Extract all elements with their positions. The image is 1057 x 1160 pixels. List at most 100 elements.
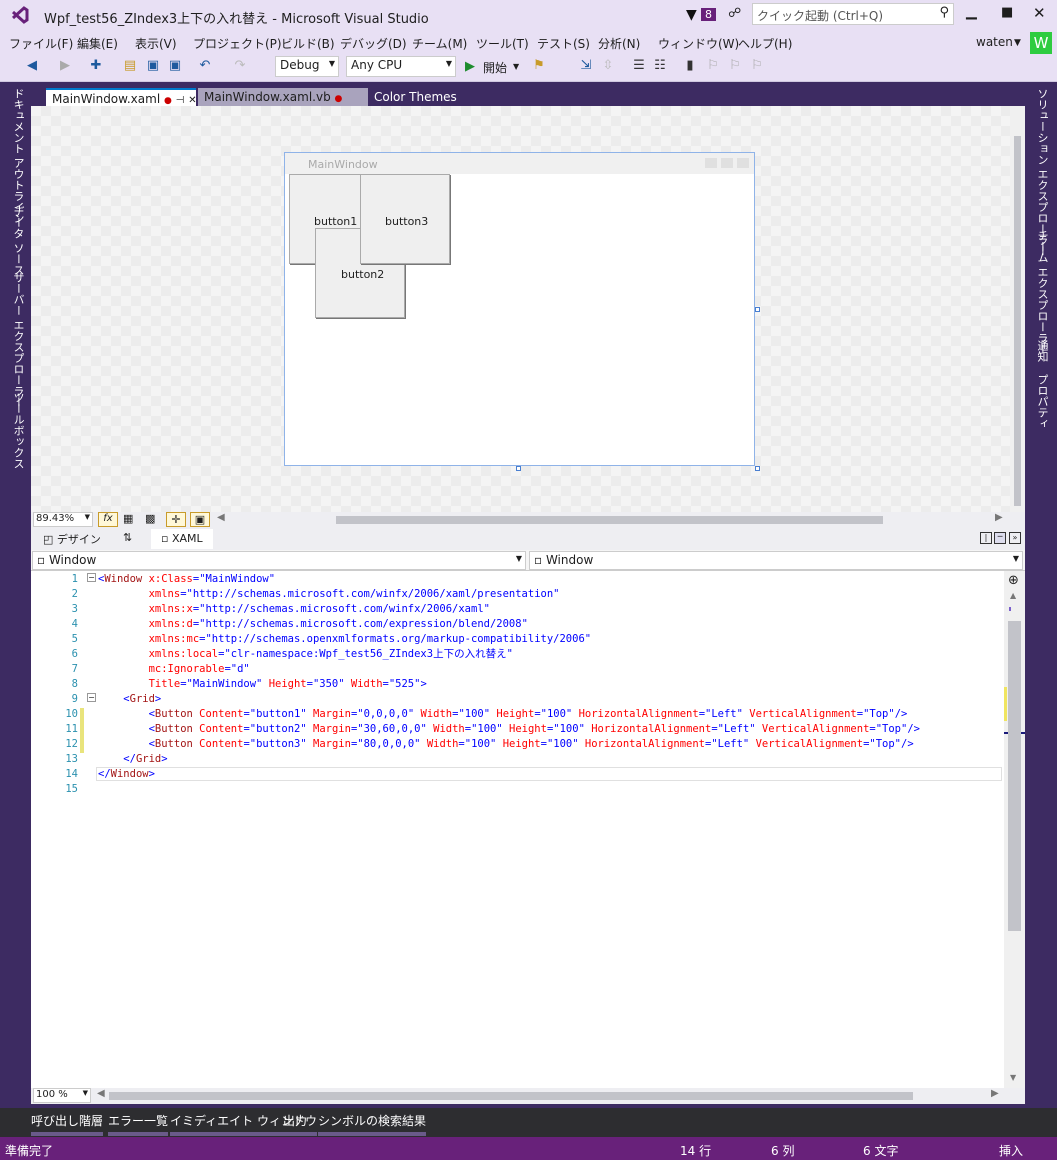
open-file-icon[interactable]: ▤ <box>122 58 138 74</box>
bookmark-icon[interactable]: ▮ <box>682 58 698 74</box>
scroll-right-icon[interactable]: ▶ <box>991 1088 999 1099</box>
element-select-left[interactable]: ▫ Window ▼ <box>32 551 526 570</box>
menu-help[interactable]: ヘルプ(H) <box>738 35 792 52</box>
new-project-icon[interactable]: ✚ <box>88 58 104 74</box>
tab-find-symbol-results[interactable]: シンボルの検索結果 <box>318 1112 427 1136</box>
code-vscrollbar[interactable]: ⊕ ▲ ▼ <box>1004 571 1025 1088</box>
pin-icon[interactable]: ⊣ <box>176 95 185 106</box>
effects-icon[interactable]: ▣ <box>190 512 210 527</box>
tab-team-explorer[interactable]: チーム エクスプローラー <box>1034 230 1050 355</box>
step-icon[interactable]: ⇲ <box>578 58 594 74</box>
close-button[interactable]: ✕ <box>1033 4 1046 22</box>
collapse-pane-icon[interactable]: » <box>1009 532 1021 544</box>
scroll-up-icon[interactable]: ▲ <box>1010 591 1016 600</box>
config-select[interactable]: Debug ▼ <box>275 56 339 77</box>
code-line[interactable]: xmlns:mc="http://schemas.openxmlformats.… <box>98 632 592 647</box>
designer-vscrollbar[interactable] <box>1010 106 1025 512</box>
menu-debug[interactable]: デバッグ(D) <box>340 35 407 52</box>
tab-data-sources[interactable]: データ ソース <box>10 206 26 276</box>
tab-properties[interactable]: プロパティ <box>1034 374 1050 429</box>
tab-error-list[interactable]: エラー一覧 <box>108 1112 169 1136</box>
resize-handle[interactable] <box>755 307 760 312</box>
scrollbar-thumb[interactable] <box>1008 621 1021 931</box>
code-line[interactable]: <Window x:Class="MainWindow" <box>98 572 275 587</box>
resize-handle[interactable] <box>755 466 760 471</box>
swap-panes-button[interactable]: ⇅ <box>123 531 132 544</box>
code-line[interactable]: xmlns:local="clr-namespace:Wpf_test56_ZI… <box>98 647 513 662</box>
comment-icon[interactable]: ☰ <box>631 58 647 74</box>
clear-bookmark-icon[interactable]: ⚐ <box>749 58 765 74</box>
scroll-down-icon[interactable]: ▼ <box>1010 1073 1016 1082</box>
uncomment-icon[interactable]: ☷ <box>652 58 668 74</box>
code-line[interactable]: </Window> <box>98 767 155 782</box>
menu-view[interactable]: 表示(V) <box>135 35 177 52</box>
resize-handle[interactable] <box>516 466 521 471</box>
menu-build[interactable]: ビルド(B) <box>281 35 335 52</box>
code-hscrollbar-thumb[interactable] <box>109 1092 913 1100</box>
tab-color-themes[interactable]: Color Themes <box>368 88 463 107</box>
user-dropdown-icon[interactable]: ▼ <box>1014 38 1021 48</box>
user-avatar[interactable]: W <box>1030 32 1052 54</box>
start-icon[interactable]: ▶ <box>465 59 475 74</box>
scroll-right-icon[interactable]: ▶ <box>995 512 1003 523</box>
code-line[interactable]: <Button Content="button3" Margin="80,0,0… <box>98 737 914 752</box>
back-icon[interactable]: ◀ <box>24 58 40 74</box>
step-over-icon[interactable]: ⇳ <box>600 58 616 74</box>
menu-team[interactable]: チーム(M) <box>412 35 467 52</box>
save-icon[interactable]: ▣ <box>145 58 161 74</box>
redo-icon[interactable]: ↷ <box>232 58 248 74</box>
scroll-left-icon[interactable]: ◀ <box>217 512 225 523</box>
code-line[interactable]: mc:Ignorable="d" <box>98 662 250 677</box>
tab-toolbox[interactable]: ツールボックス <box>10 392 26 469</box>
start-button[interactable]: 開始 <box>483 59 507 76</box>
find-icon[interactable]: ⚑ <box>531 58 547 74</box>
element-select-right[interactable]: ▫ Window ▼ <box>529 551 1023 570</box>
prev-bookmark-icon[interactable]: ⚐ <box>705 58 721 74</box>
menu-project[interactable]: プロジェクト(P) <box>193 35 282 52</box>
user-name[interactable]: waten <box>976 35 1013 49</box>
tab-notifications[interactable]: 通知 <box>1034 340 1050 362</box>
menu-window[interactable]: ウィンドウ(W) <box>658 35 739 52</box>
forward-icon[interactable]: ▶ <box>57 58 73 74</box>
tab-design[interactable]: ◰ デザイン <box>43 531 101 547</box>
code-line[interactable]: xmlns="http://schemas.microsoft.com/winf… <box>98 587 560 602</box>
horizontal-split-icon[interactable]: ─ <box>994 532 1006 544</box>
next-bookmark-icon[interactable]: ⚐ <box>727 58 743 74</box>
menu-test[interactable]: テスト(S) <box>537 35 590 52</box>
tab-mainwindow-xaml-vb[interactable]: MainWindow.xaml.vb ● <box>198 88 368 107</box>
code-line[interactable]: <Button Content="button2" Margin="30,60,… <box>98 722 920 737</box>
collapse-icon[interactable]: − <box>87 693 96 702</box>
snap-grid-icon[interactable]: ▩ <box>145 512 155 525</box>
code-zoom-select[interactable]: 100 % ▼ <box>33 1088 91 1103</box>
notification-badge[interactable]: 8 <box>701 8 716 21</box>
tab-mainwindow-xaml[interactable]: MainWindow.xaml ● ⊣ ✕ <box>46 88 197 107</box>
scroll-left-icon[interactable]: ◀ <box>97 1088 105 1099</box>
close-tab-icon[interactable]: ✕ <box>188 95 196 106</box>
feedback-icon[interactable]: ☍ <box>728 6 741 21</box>
menu-edit[interactable]: 編集(E) <box>77 35 118 52</box>
menu-analyze[interactable]: 分析(N) <box>598 35 640 52</box>
fx-button[interactable]: fx <box>98 512 118 527</box>
tab-call-hierarchy[interactable]: 呼び出し階層 <box>31 1112 104 1136</box>
snap-lines-icon[interactable]: ✛ <box>166 512 186 527</box>
chevron-down-icon[interactable]: ▼ <box>513 62 519 71</box>
scrollbar-thumb[interactable] <box>1014 136 1021 506</box>
grid-icon[interactable]: ▦ <box>123 512 133 525</box>
code-line[interactable]: Title="MainWindow" Height="350" Width="5… <box>98 677 427 692</box>
minimize-button[interactable]: ▁ <box>966 4 977 20</box>
save-all-icon[interactable]: ▣ <box>167 58 183 74</box>
vertical-split-icon[interactable]: | <box>980 532 992 544</box>
collapse-icon[interactable]: − <box>87 573 96 582</box>
tab-output[interactable]: 出力 <box>283 1112 308 1136</box>
tab-server-explorer[interactable]: サーバー エクスプローラー <box>10 272 26 408</box>
filter-icon[interactable]: ▼ <box>686 7 697 23</box>
quick-launch-input[interactable]: クイック起動 (Ctrl+Q) ⚲ <box>752 3 954 25</box>
zoom-select[interactable]: 89.43% ▼ <box>33 512 93 527</box>
menu-file[interactable]: ファイル(F) <box>9 35 73 52</box>
platform-select[interactable]: Any CPU ▼ <box>346 56 456 77</box>
code-line[interactable]: xmlns:x="http://schemas.microsoft.com/wi… <box>98 602 490 617</box>
maximize-button[interactable]: ■ <box>1001 5 1013 20</box>
menu-tools[interactable]: ツール(T) <box>476 35 529 52</box>
undo-icon[interactable]: ↶ <box>197 58 213 74</box>
tab-xaml[interactable]: ▫ XAML <box>151 529 213 549</box>
